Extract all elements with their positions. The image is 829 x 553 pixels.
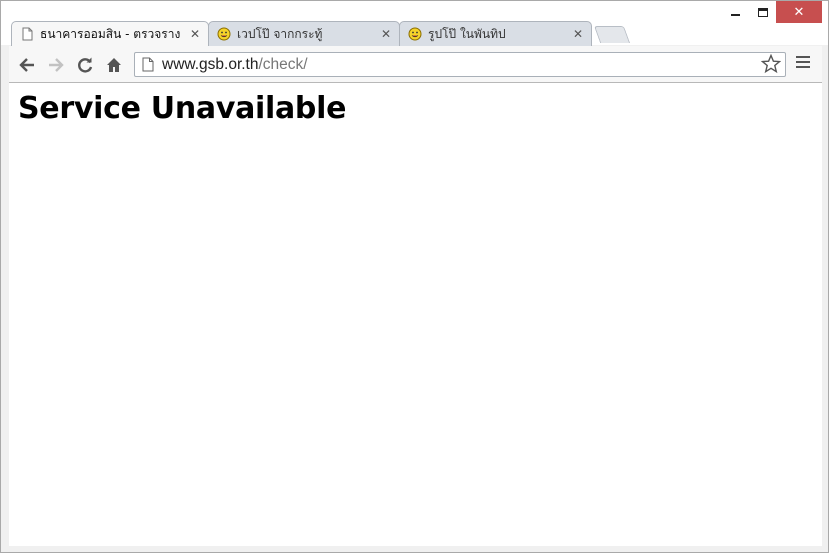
tab-pantip-photos[interactable]: รูปโป๊ ในพันทิป ✕ — [399, 21, 592, 46]
minimize-icon — [731, 14, 740, 16]
address-bar[interactable]: www.gsb.or.th/check/ — [134, 52, 786, 77]
tab-title: ธนาคารออมสิน - ตรวจราง — [40, 26, 181, 41]
forward-button[interactable] — [45, 54, 67, 76]
menu-icon — [796, 66, 810, 68]
close-icon: ✕ — [793, 4, 805, 20]
page-content: Service Unavailable — [9, 83, 822, 546]
home-button[interactable] — [103, 54, 125, 76]
smiley-icon — [217, 27, 231, 41]
close-window-button[interactable]: ✕ — [776, 1, 822, 23]
tab-title: เวปโป๊ จากกระทู้ — [237, 26, 323, 41]
back-arrow-icon — [19, 58, 34, 72]
back-button[interactable] — [16, 54, 38, 76]
minimize-button[interactable] — [722, 1, 749, 23]
smiley-icon — [408, 27, 422, 41]
page-icon — [142, 57, 154, 72]
page-icon — [22, 27, 33, 41]
browser-window: ✕ ธนาคารออมสิน - ตรวจราง ✕ เวปโป๊ จากกระ… — [0, 0, 829, 553]
url-text[interactable]: www.gsb.or.th/check/ — [162, 56, 308, 74]
reload-icon — [78, 57, 93, 73]
url-path: /check/ — [258, 55, 308, 73]
tab-web-porn[interactable]: เวปโป๊ จากกระทู้ ✕ — [208, 21, 400, 46]
window-controls: ✕ — [722, 1, 822, 23]
browser-toolbar: www.gsb.or.th/check/ — [9, 46, 822, 83]
bookmark-star-icon[interactable] — [761, 54, 781, 74]
menu-icon — [796, 61, 810, 63]
tab-gsb[interactable]: ธนาคารออมสิน - ตรวจราง ✕ — [11, 21, 209, 46]
forward-arrow-icon — [49, 58, 64, 72]
page-heading: Service Unavailable — [18, 91, 347, 126]
tab-title: รูปโป๊ ในพันทิป — [428, 26, 506, 41]
menu-icon — [796, 56, 810, 58]
new-tab-button[interactable] — [593, 26, 631, 43]
tab-strip: ธนาคารออมสิน - ตรวจราง ✕ เวปโป๊ จากกระทู… — [11, 21, 651, 46]
tab-close-icon[interactable]: ✕ — [381, 27, 391, 41]
tab-close-icon[interactable]: ✕ — [573, 27, 583, 41]
title-bar: ✕ ธนาคารออมสิน - ตรวจราง ✕ เวปโป๊ จากกระ… — [1, 1, 828, 46]
url-host: www.gsb.or.th — [162, 55, 259, 73]
maximize-icon — [757, 7, 768, 17]
menu-button[interactable] — [796, 56, 810, 71]
maximize-button[interactable] — [749, 1, 776, 23]
reload-button[interactable] — [74, 54, 96, 76]
home-icon — [107, 58, 121, 72]
tab-close-icon[interactable]: ✕ — [190, 27, 200, 41]
